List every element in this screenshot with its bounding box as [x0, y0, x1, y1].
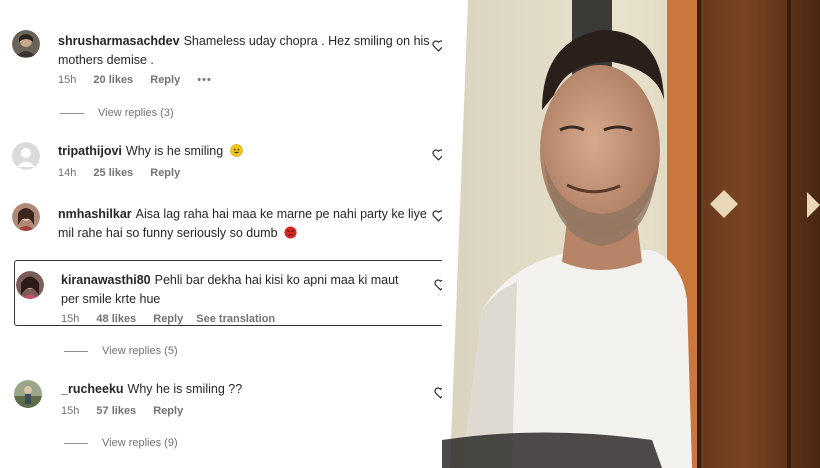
avatar[interactable]: [12, 203, 40, 231]
comment-likes[interactable]: 20 likes: [93, 74, 133, 86]
avatar[interactable]: [16, 271, 44, 299]
comment-username[interactable]: shrusharmasachdev: [58, 34, 180, 48]
reply-button[interactable]: Reply: [153, 405, 183, 417]
divider-line: [64, 442, 88, 444]
comment-username[interactable]: _rucheeku: [61, 382, 124, 396]
reply-button[interactable]: Reply: [150, 74, 180, 86]
reply-button[interactable]: Reply: [153, 313, 183, 325]
more-options-icon[interactable]: •••: [197, 74, 212, 86]
comment-likes[interactable]: 48 likes: [96, 313, 136, 325]
reply-button[interactable]: Reply: [150, 167, 180, 179]
see-translation-button[interactable]: See translation: [196, 313, 275, 325]
comment-time: 15h: [61, 405, 80, 417]
comment-likes[interactable]: 57 likes: [96, 405, 136, 417]
comment-username[interactable]: nmhashilkar: [58, 207, 132, 221]
divider-line: [60, 112, 84, 114]
comment-body: Why he is smiling ??: [127, 382, 243, 396]
news-photo: [442, 0, 820, 468]
comment-meta: 15h 20 likes Reply •••: [58, 74, 226, 86]
comment-username[interactable]: tripathijovi: [58, 144, 122, 158]
comment-text: tripathijovi Why is he smiling: [58, 142, 438, 161]
comment-text: kiranawasthi80 Pehli bar dekha hai kisi k…: [61, 271, 411, 309]
comment-time: 15h: [58, 74, 77, 86]
angry-face-emoji: [284, 226, 297, 239]
view-replies-button[interactable]: View replies (5): [64, 345, 178, 357]
view-replies-button[interactable]: View replies (3): [60, 107, 174, 119]
comment-meta: 15h 57 likes Reply: [61, 405, 197, 417]
comment-likes[interactable]: 25 likes: [93, 167, 133, 179]
comment-meta: 14h 25 likes Reply: [58, 167, 194, 179]
comment-text: shrusharmasachdev Shameless uday chopra .…: [58, 32, 438, 70]
view-replies-button[interactable]: View replies (9): [64, 437, 178, 449]
comment-time: 15h: [61, 313, 80, 325]
avatar[interactable]: [12, 30, 40, 58]
comment-body: Why is he smiling: [125, 144, 224, 158]
divider-line: [64, 350, 88, 352]
comment-time: 14h: [58, 167, 77, 179]
grinning-sweat-emoji: [229, 144, 243, 157]
comments-panel: shrusharmasachdev Shameless uday chopra .…: [0, 0, 468, 468]
comment-username[interactable]: kiranawasthi80: [61, 273, 151, 287]
comment-text: _rucheeku Why he is smiling ??: [61, 380, 441, 399]
comment-text: nmhashilkar Aisa lag raha hai maa ke marn…: [58, 205, 428, 243]
avatar[interactable]: [14, 380, 42, 408]
avatar[interactable]: [12, 142, 40, 170]
comment-meta: 15h 48 likes Reply See translation: [61, 313, 289, 325]
